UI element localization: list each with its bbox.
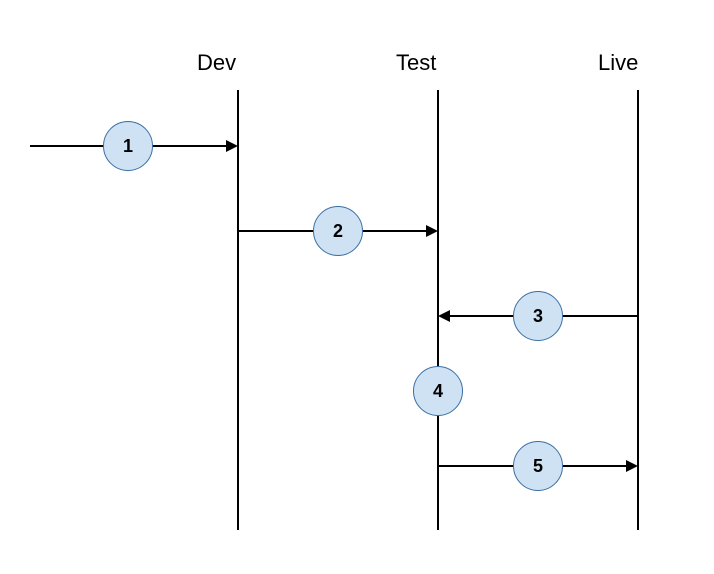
arrow-head-3 bbox=[438, 310, 450, 322]
node-label: 1 bbox=[123, 136, 133, 157]
node-label: 4 bbox=[433, 381, 443, 402]
node-1: 1 bbox=[103, 121, 153, 171]
arrow-head-2 bbox=[426, 225, 438, 237]
node-5: 5 bbox=[513, 441, 563, 491]
node-3: 3 bbox=[513, 291, 563, 341]
column-line-dev bbox=[237, 90, 239, 530]
node-label: 5 bbox=[533, 456, 543, 477]
arrow-head-5 bbox=[626, 460, 638, 472]
node-2: 2 bbox=[313, 206, 363, 256]
node-label: 2 bbox=[333, 221, 343, 242]
node-label: 3 bbox=[533, 306, 543, 327]
column-label-dev: Dev bbox=[197, 50, 236, 76]
column-label-test: Test bbox=[396, 50, 436, 76]
node-4: 4 bbox=[413, 366, 463, 416]
arrow-head-1 bbox=[226, 140, 238, 152]
flow-diagram: Dev Test Live 1 2 3 4 5 bbox=[0, 0, 714, 574]
column-label-live: Live bbox=[598, 50, 638, 76]
